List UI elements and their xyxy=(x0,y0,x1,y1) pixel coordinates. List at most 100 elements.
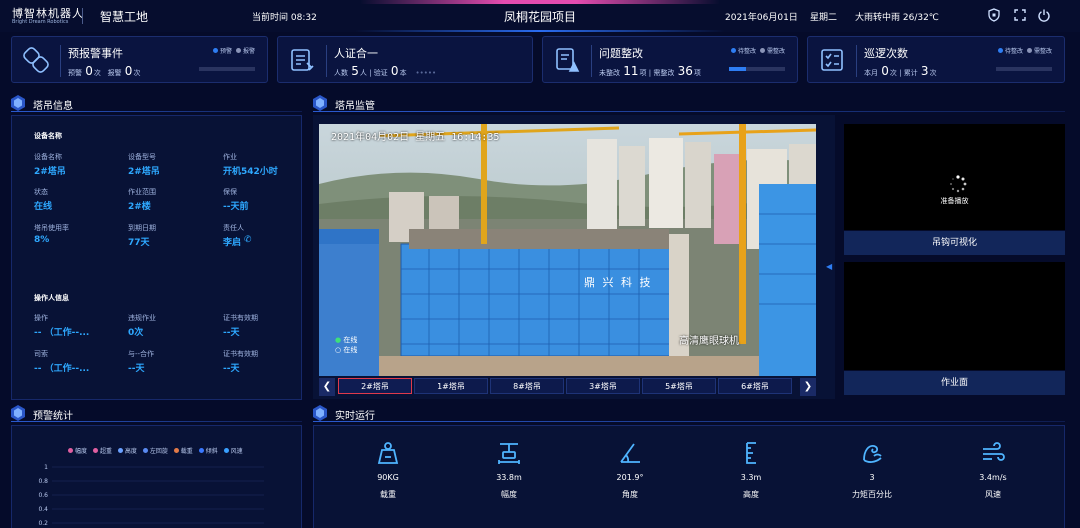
legend-item[interactable]: 幅度 xyxy=(64,448,87,455)
metric-value: 90KG xyxy=(377,473,399,482)
tab-tower-6[interactable]: 6#塔吊 xyxy=(718,378,792,394)
legend-item[interactable]: 载重 xyxy=(170,448,193,455)
legend-item[interactable]: 左回旋 xyxy=(139,448,168,455)
patrol-checklist-icon xyxy=(818,46,846,74)
field-label: 设备名称 xyxy=(34,153,62,161)
phone-icon[interactable]: ✆ xyxy=(244,235,252,245)
camera-image xyxy=(319,124,816,376)
card-rectification[interactable]: 问题整改 未整改 11项 | 需整改 36项 待整改 需整改 xyxy=(542,36,798,83)
field-value: -- （工作--... xyxy=(34,328,90,338)
field-label: 到期日期 xyxy=(128,224,156,232)
section-title: 实时运行 xyxy=(335,411,375,422)
site-name: 智慧工地 xyxy=(100,10,149,24)
camera-feed[interactable]: 2021年04月02日 星期五 16:14:35 鼎 兴 科 技 高清鹰眼球机 … xyxy=(319,124,816,376)
operator-section-label: 操作人信息 xyxy=(34,294,69,302)
fullscreen-icon[interactable] xyxy=(1013,8,1027,22)
legend-item[interactable]: 高度 xyxy=(114,448,137,455)
section-rule xyxy=(11,421,302,422)
brand-logo-subtitle: Bright Dream Robotics xyxy=(12,19,69,25)
tab-tower-3[interactable]: 3#塔吊 xyxy=(566,378,640,394)
metric-label: 力矩百分比 xyxy=(852,490,892,499)
tab-tower-5[interactable]: 5#塔吊 xyxy=(642,378,716,394)
field-value: 2#楼 xyxy=(128,202,151,212)
legend-item[interactable]: 倾斜 xyxy=(195,448,218,455)
field-label: 设备型号 xyxy=(128,153,156,161)
alert-stats-header: 预警统计 xyxy=(11,405,302,422)
alert-chart-panel: 幅度 超重 高度 左回旋 载重 倾斜 风速 1 0.8 0.6 0.4 0.2 xyxy=(11,425,302,528)
field-value: --天前 xyxy=(223,202,249,212)
metric-label: 风速 xyxy=(985,490,1001,499)
realtime-header: 实时运行 xyxy=(313,405,1065,422)
hook-visual-button[interactable]: 吊钩可视化 xyxy=(844,231,1065,255)
hexagon-icon xyxy=(313,405,327,421)
card-progress-bar xyxy=(199,67,255,71)
hexagon-icon xyxy=(11,405,25,421)
tab-prev-button[interactable]: ❮ xyxy=(319,378,335,396)
card-progress-bar xyxy=(996,67,1052,71)
field-label: 证书有效期 xyxy=(223,314,258,322)
metric-value: 3.4m/s xyxy=(979,473,1007,482)
camera-status-1: ● 在线 xyxy=(335,336,358,344)
field-value: 8% xyxy=(34,235,50,245)
tab-tower-2[interactable]: 2#塔吊 xyxy=(338,378,412,394)
legend-item[interactable]: 风速 xyxy=(220,448,243,455)
shield-icon[interactable] xyxy=(987,8,1001,22)
field-label: 违规作业 xyxy=(128,314,156,322)
tab-tower-8[interactable]: 8#塔吊 xyxy=(490,378,564,394)
hexagon-icon xyxy=(11,95,25,111)
field-label: 保保 xyxy=(223,188,237,196)
progress-fill xyxy=(729,67,746,71)
y-tick-label: 0.8 xyxy=(38,478,48,485)
hexagon-icon xyxy=(313,95,327,111)
chart-legend: 幅度 超重 高度 左回旋 载重 倾斜 风速 xyxy=(64,446,243,455)
tab-next-button[interactable]: ❯ xyxy=(800,378,816,396)
field-value: --天 xyxy=(128,364,145,374)
card-legend: 待整改 需整改 xyxy=(994,46,1052,55)
card-alert-events[interactable]: 预报警事件 预警 0次 报警 0次 预警 报警 xyxy=(11,36,268,83)
building-signage: 鼎 兴 科 技 xyxy=(584,276,653,289)
header-divider xyxy=(82,8,83,24)
workface-video-player[interactable] xyxy=(844,262,1065,370)
field-value: 0次 xyxy=(128,328,144,338)
alert-link-icon xyxy=(22,46,50,74)
metric-value: 3.3m xyxy=(740,473,762,482)
current-time: 当前时间 08:32 xyxy=(252,13,317,23)
section-rule xyxy=(11,111,302,112)
wind-icon xyxy=(980,440,1006,466)
range-icon xyxy=(496,440,522,466)
metric-value: 201.9° xyxy=(616,473,644,482)
project-title: 凤桐花园项目 xyxy=(503,10,576,24)
device-section-label: 设备名称 xyxy=(34,132,62,140)
metric-label: 角度 xyxy=(622,490,638,499)
legend-item[interactable]: 超重 xyxy=(89,448,112,455)
alert-line-chart: 1 0.8 0.6 0.4 0.2 xyxy=(38,464,264,527)
height-icon xyxy=(738,440,764,466)
hook-video-player[interactable]: 准备播放 xyxy=(844,124,1065,230)
field-label: 与--合作 xyxy=(128,350,155,358)
y-tick-label: 0.2 xyxy=(38,520,48,527)
field-label: 作业范围 xyxy=(128,188,156,196)
metric-label: 载重 xyxy=(380,490,396,499)
rectify-icon xyxy=(553,46,581,74)
metric-value: 33.8m xyxy=(496,473,522,482)
card-title: 问题整改 xyxy=(599,47,643,60)
tower-info-panel: 设备名称 设备名称 2#塔吊 设备型号 2#塔吊 作业 开机542小时 状态 在… xyxy=(11,115,302,400)
monitor-header: 塔吊监管 xyxy=(313,95,1065,112)
field-label: 塔吊使用率 xyxy=(34,224,69,232)
field-label: 状态 xyxy=(34,188,48,196)
card-separator xyxy=(326,45,327,77)
card-patrol-count[interactable]: 巡逻次数 本月 0次 | 累计 3次 待整改 需整改 xyxy=(807,36,1065,83)
section-title: 预警统计 xyxy=(33,411,73,422)
card-legend: 预警 报警 xyxy=(209,46,255,55)
field-value: 李启 xyxy=(223,238,242,248)
card-identity-check[interactable]: 人证合一 人数 5人 | 验证 0本 ••••• xyxy=(277,36,533,83)
power-icon[interactable] xyxy=(1037,8,1051,22)
collapse-arrow[interactable]: ◀ xyxy=(826,262,832,271)
field-value: --天 xyxy=(223,328,240,338)
workface-button[interactable]: 作业面 xyxy=(844,371,1065,395)
header-accent xyxy=(360,0,720,4)
field-value: 开机542小时 xyxy=(223,167,278,177)
y-tick-label: 1 xyxy=(44,464,48,471)
metric-value: 3 xyxy=(869,473,875,482)
tab-tower-1[interactable]: 1#塔吊 xyxy=(414,378,488,394)
